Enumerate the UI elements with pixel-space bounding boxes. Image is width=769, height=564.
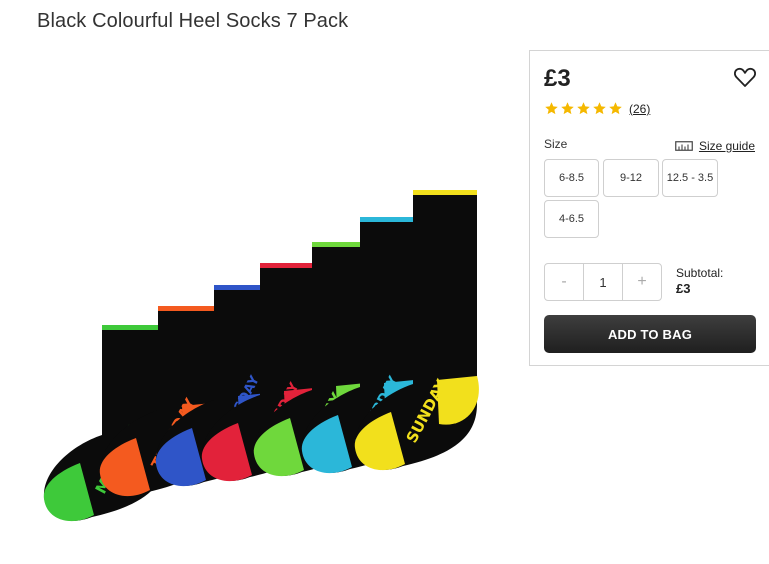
product-image: MONDAYTUESDAYWEDNESDAYTHURSDAYFRIDAYSATU… xyxy=(43,190,479,522)
subtotal: Subtotal: £3 xyxy=(676,265,723,297)
subtotal-label: Subtotal: xyxy=(676,266,724,280)
size-option-9-12[interactable]: 9-12 xyxy=(603,159,659,197)
size-option-4-6-5[interactable]: 4-6.5 xyxy=(544,200,599,238)
quantity-decrease-button[interactable]: - xyxy=(545,264,583,300)
add-to-bag-button[interactable]: ADD TO BAG xyxy=(544,315,756,353)
size-guide-link[interactable]: Size guide xyxy=(675,139,755,153)
star-icon xyxy=(577,102,590,115)
star-icon xyxy=(593,102,606,115)
review-count-link[interactable]: (26) xyxy=(629,102,650,116)
quantity-increase-button[interactable]: + xyxy=(623,264,661,300)
rating-stars xyxy=(544,101,623,116)
size-option-12-5-3-5[interactable]: 12.5 - 3.5 xyxy=(662,159,718,197)
purchase-panel: £3 (26) Size Size guide 6-8.5 9-12 12.5 … xyxy=(529,50,769,366)
star-icon xyxy=(609,102,622,115)
quantity-input[interactable]: 1 xyxy=(583,264,623,300)
ruler-icon xyxy=(675,141,693,151)
product-rating: (26) xyxy=(544,101,650,116)
star-icon xyxy=(561,102,574,115)
size-guide-label: Size guide xyxy=(698,139,755,153)
star-icon xyxy=(545,102,558,115)
heart-icon[interactable] xyxy=(733,65,757,89)
subtotal-amount: £3 xyxy=(676,281,691,296)
size-option-6-8-5[interactable]: 6-8.5 xyxy=(544,159,599,197)
size-label: Size xyxy=(544,137,568,151)
quantity-stepper: - 1 + xyxy=(544,263,662,301)
product-price: £3 xyxy=(544,65,571,92)
product-title: Black Colourful Heel Socks 7 Pack xyxy=(37,10,349,32)
